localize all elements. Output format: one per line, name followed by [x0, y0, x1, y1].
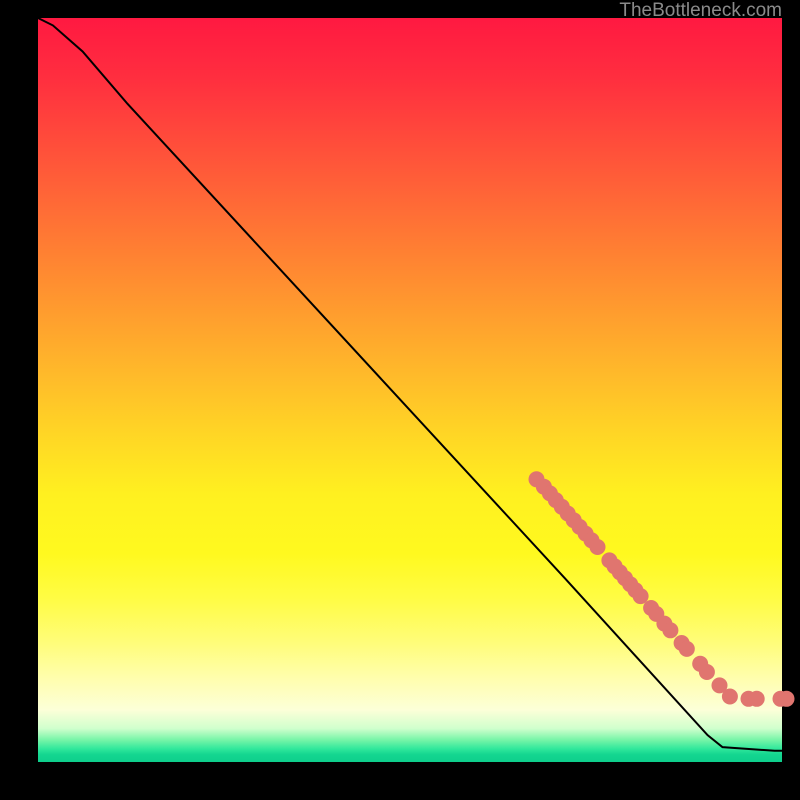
data-marker	[779, 691, 795, 707]
data-marker	[590, 539, 606, 555]
chart-frame: TheBottleneck.com	[0, 0, 800, 800]
chart-svg	[38, 18, 782, 762]
data-marker	[699, 664, 715, 680]
data-marker	[749, 691, 765, 707]
plot-area	[38, 18, 782, 762]
data-marker	[722, 689, 738, 705]
bottleneck-curve	[38, 18, 782, 751]
markers-group	[529, 471, 795, 707]
data-marker	[662, 622, 678, 638]
data-marker	[679, 641, 695, 657]
